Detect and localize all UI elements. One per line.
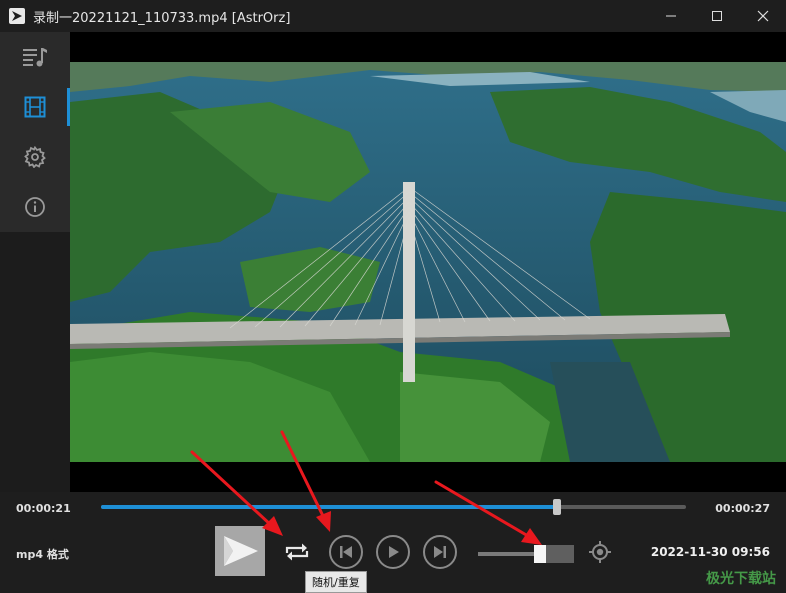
- sidebar-item-playlist[interactable]: [0, 32, 70, 82]
- close-button[interactable]: [740, 0, 786, 32]
- progress-bar[interactable]: [101, 499, 686, 515]
- volume-slider[interactable]: [478, 545, 574, 563]
- window-title: 录制一20221121_110733.mp4 [AstrOrz]: [33, 10, 291, 26]
- sidebar-item-settings[interactable]: [0, 132, 70, 182]
- title-bar: 录制一20221121_110733.mp4 [AstrOrz]: [0, 0, 786, 32]
- video-viewport[interactable]: [70, 32, 786, 492]
- minimize-button[interactable]: [648, 0, 694, 32]
- progress-fill: [101, 505, 558, 509]
- crosshair-icon: [589, 541, 611, 563]
- previous-button[interactable]: [329, 535, 363, 569]
- play-icon: [389, 546, 399, 558]
- skip-previous-icon: [340, 546, 352, 558]
- current-time: 00:00:21: [16, 502, 71, 515]
- player-controls: 00:00:21 00:00:27 mp4 格式 随机/重复 2022-11-3…: [0, 492, 786, 593]
- sidebar-item-about[interactable]: [0, 182, 70, 232]
- maximize-icon: [712, 11, 722, 21]
- repeat-icon: [285, 543, 309, 561]
- next-button[interactable]: [423, 535, 457, 569]
- datetime-label: 2022-11-30 09:56: [650, 545, 770, 559]
- video-frame: [70, 62, 786, 462]
- sidebar-item-video[interactable]: [0, 82, 70, 132]
- sidebar: [0, 32, 70, 232]
- minimize-icon: [666, 15, 676, 17]
- watermark: 极光下载站: [706, 571, 776, 587]
- app-logo-icon: [224, 536, 258, 566]
- volume-track: [478, 552, 534, 556]
- total-time: 00:00:27: [715, 502, 770, 515]
- logo-button[interactable]: [215, 526, 265, 576]
- film-icon: [24, 96, 46, 118]
- close-icon: [757, 10, 769, 22]
- playlist-icon: [23, 48, 47, 67]
- play-button[interactable]: [376, 535, 410, 569]
- locate-button[interactable]: [588, 540, 612, 564]
- skip-next-icon: [434, 546, 446, 558]
- repeat-shuffle-button[interactable]: [280, 535, 314, 569]
- progress-thumb[interactable]: [553, 499, 562, 515]
- maximize-button[interactable]: [694, 0, 740, 32]
- format-label: mp4 格式: [16, 548, 69, 561]
- tooltip: 随机/重复: [305, 571, 367, 593]
- app-logo-icon: [9, 8, 25, 24]
- info-icon: [25, 197, 45, 217]
- gear-icon: [24, 146, 46, 168]
- volume-thumb[interactable]: [534, 545, 546, 563]
